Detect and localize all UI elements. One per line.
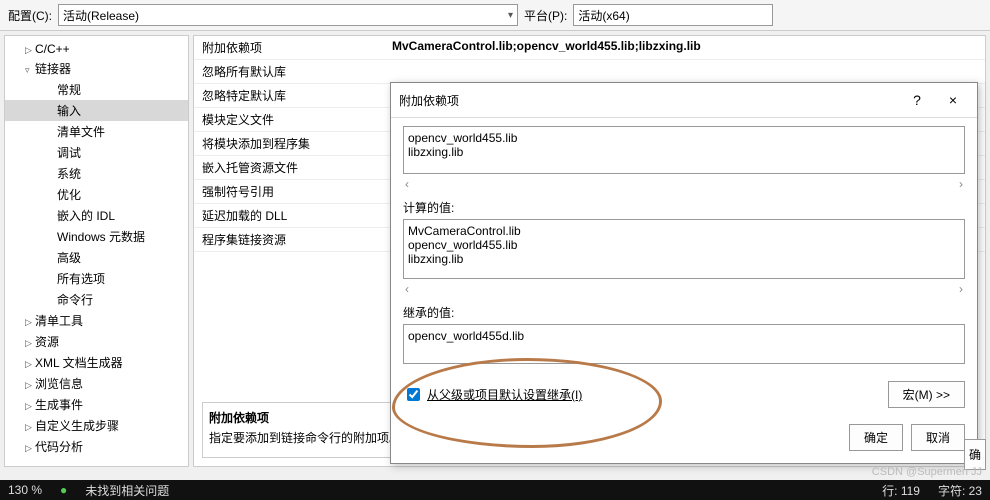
property-value	[384, 60, 985, 83]
inherited-values	[403, 324, 965, 364]
tree-item[interactable]: ▷清单工具	[5, 310, 188, 331]
platform-value: 活动(x64)	[578, 7, 629, 24]
property-label: 忽略所有默认库	[194, 60, 384, 83]
property-label: 嵌入托管资源文件	[194, 156, 384, 179]
tree-item[interactable]: ▷资源	[5, 331, 188, 352]
tree-item-label: 清单工具	[35, 314, 83, 328]
tree-item-label: 高级	[57, 251, 81, 265]
inherited-label: 继承的值:	[403, 304, 965, 321]
tree-item[interactable]: 清单文件	[5, 121, 188, 142]
tree-item[interactable]: 所有选项	[5, 268, 188, 289]
tree-item-label: 输入	[57, 104, 81, 118]
tree-arrow-icon: ▷	[25, 422, 35, 433]
additional-deps-dialog: 附加依赖项 ? × ‹› 计算的值: ‹› 继承的值: 从父级或项目默认设置继承…	[390, 82, 978, 464]
col-indicator: 字符: 23	[938, 482, 982, 499]
tree-item[interactable]: 常规	[5, 79, 188, 100]
property-label: 附加依赖项	[194, 36, 384, 59]
platform-label: 平台(P):	[524, 7, 567, 24]
tree-item-label: 资源	[35, 335, 59, 349]
tree-arrow-icon: ▷	[25, 443, 35, 454]
tree-item[interactable]: 嵌入的 IDL	[5, 205, 188, 226]
help-button[interactable]: ?	[901, 89, 933, 111]
issues-text: 未找到相关问题	[85, 482, 169, 499]
tree-arrow-icon: ▷	[25, 401, 35, 412]
tree-item-label: XML 文档生成器	[35, 356, 123, 370]
platform-dropdown[interactable]: 活动(x64)	[573, 4, 773, 26]
inherit-checkbox[interactable]	[407, 388, 420, 401]
tree-item[interactable]: ▷生成事件	[5, 394, 188, 415]
tree-arrow-icon: ▷	[25, 338, 35, 349]
property-label: 模块定义文件	[194, 108, 384, 131]
dialog-title: 附加依赖项	[399, 92, 459, 109]
cancel-button[interactable]: 取消	[911, 424, 965, 451]
tree-item[interactable]: Windows 元数据	[5, 226, 188, 247]
tree-item[interactable]: 输入	[5, 100, 188, 121]
tree-item-label: 命令行	[57, 293, 93, 307]
config-value: 活动(Release)	[63, 7, 139, 24]
tree-item-label: Windows 元数据	[57, 230, 145, 244]
tree-arrow-icon: ▷	[25, 359, 35, 370]
tree-item-label: 代码分析	[35, 440, 83, 454]
property-value: MvCameraControl.lib;opencv_world455.lib;…	[384, 36, 985, 59]
inherit-checkbox-label[interactable]: 从父级或项目默认设置继承(I)	[427, 386, 582, 403]
zoom-level: 130 %	[8, 483, 42, 497]
tree-arrow-icon: ▷	[25, 380, 35, 391]
tree-item[interactable]: ▷代码分析	[5, 436, 188, 457]
tree-item-label: 系统	[57, 167, 81, 181]
status-bar: 130 % ● 未找到相关问题 行: 119 字符: 23	[0, 480, 990, 500]
tree-item-label: C/C++	[35, 42, 70, 56]
tree-item[interactable]: ▷XML 文档生成器	[5, 352, 188, 373]
tree-item-label: 优化	[57, 188, 81, 202]
ok-button[interactable]: 确定	[849, 424, 903, 451]
property-label: 延迟加载的 DLL	[194, 204, 384, 227]
tree-item[interactable]: 高级	[5, 247, 188, 268]
computed-label: 计算的值:	[403, 199, 965, 216]
property-label: 将模块添加到程序集	[194, 132, 384, 155]
tree-item[interactable]: 调试	[5, 142, 188, 163]
tree-item-label: 常规	[57, 83, 81, 97]
watermark-text: CSDN @Supermen JJ	[872, 466, 982, 478]
tree-item[interactable]: 系统	[5, 163, 188, 184]
property-label: 忽略特定默认库	[194, 84, 384, 107]
tree-item[interactable]: ▷自定义生成步骤	[5, 415, 188, 436]
close-button[interactable]: ×	[937, 89, 969, 111]
nav-tree: ▷C/C++▿链接器常规输入清单文件调试系统优化嵌入的 IDLWindows 元…	[4, 35, 189, 467]
chevron-down-icon: ▾	[508, 10, 513, 21]
tree-item-label: 自定义生成步骤	[35, 419, 119, 433]
tree-arrow-icon: ▷	[25, 317, 35, 328]
line-indicator: 行: 119	[882, 482, 920, 499]
tree-arrow-icon: ▿	[25, 65, 35, 76]
tree-item[interactable]: 优化	[5, 184, 188, 205]
config-dropdown[interactable]: 活动(Release) ▾	[58, 4, 518, 26]
tree-item[interactable]: 命令行	[5, 289, 188, 310]
tree-arrow-icon: ▷	[25, 45, 35, 56]
tree-item[interactable]: ▿链接器	[5, 58, 188, 79]
check-icon: ●	[60, 483, 67, 497]
tree-item-label: 浏览信息	[35, 377, 83, 391]
tree-item[interactable]: ▷浏览信息	[5, 373, 188, 394]
tree-item-label: 所有选项	[57, 272, 105, 286]
macro-button[interactable]: 宏(M) >>	[888, 381, 965, 408]
tree-item-label: 调试	[57, 146, 81, 160]
tree-item-label: 链接器	[35, 62, 71, 76]
tree-item-label: 嵌入的 IDL	[57, 209, 115, 223]
property-label: 强制符号引用	[194, 180, 384, 203]
property-row[interactable]: 附加依赖项MvCameraControl.lib;opencv_world455…	[194, 36, 985, 60]
tree-item[interactable]: ▷C/C++	[5, 40, 188, 58]
property-row[interactable]: 忽略所有默认库	[194, 60, 985, 84]
computed-values	[403, 219, 965, 279]
deps-input[interactable]	[403, 126, 965, 174]
property-label: 程序集链接资源	[194, 228, 384, 251]
tree-item-label: 清单文件	[57, 125, 105, 139]
config-label: 配置(C):	[8, 7, 52, 24]
tree-item-label: 生成事件	[35, 398, 83, 412]
